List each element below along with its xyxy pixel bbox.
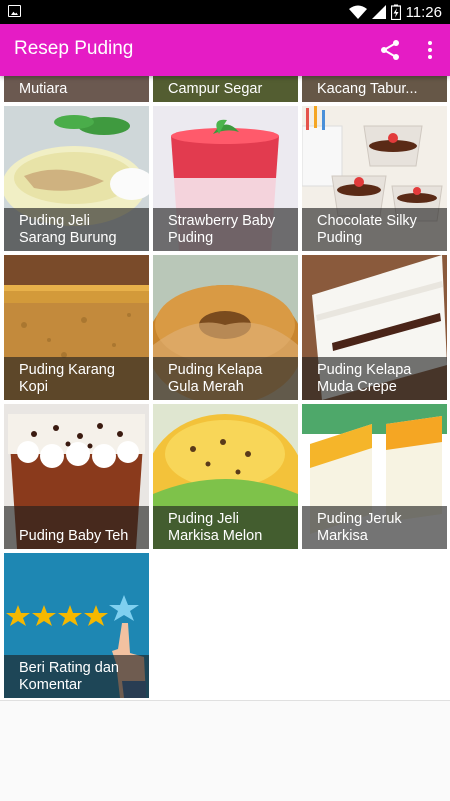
rating-label: Beri Rating dan Komentar: [19, 660, 119, 693]
recipe-tile[interactable]: Chocolate Silky Puding: [302, 106, 447, 251]
recipe-tile[interactable]: Puding Karang Kopi: [4, 255, 149, 400]
recipe-label: Puding Jeli Sarang Burung: [19, 213, 117, 246]
recipe-label: Puding Baby Teh: [19, 528, 129, 544]
status-bar: 11:26: [0, 0, 450, 24]
recipe-label: Puding Kelapa Gula Merah: [168, 362, 263, 395]
recipe-grid: Mutiara Campur Segar Kacang Tabur... Pud…: [0, 76, 450, 700]
recipe-label: Puding Jeruk Markisa: [317, 511, 402, 544]
recipe-label: Campur Segar: [168, 81, 263, 97]
signal-icon: [371, 5, 386, 19]
app-bar: Resep Puding: [0, 24, 450, 76]
recipe-tile[interactable]: Puding Baby Teh: [4, 404, 149, 549]
recipe-tile[interactable]: Puding Kelapa Muda Crepe: [302, 255, 447, 400]
battery-charging-icon: [390, 4, 401, 20]
recipe-label: Strawberry Baby Puding: [168, 213, 276, 246]
recipe-tile[interactable]: Kacang Tabur...: [302, 76, 447, 102]
recipe-tile[interactable]: Strawberry Baby Puding: [153, 106, 298, 251]
recipe-tile[interactable]: Puding Jeruk Markisa: [302, 404, 447, 549]
wifi-icon: [348, 5, 367, 19]
recipe-label: Puding Kelapa Muda Crepe: [317, 362, 412, 395]
recipe-label: Puding Karang Kopi: [19, 362, 115, 395]
recipe-tile[interactable]: Puding Kelapa Gula Merah: [153, 255, 298, 400]
recipe-label: Mutiara: [19, 81, 68, 97]
empty-footer-area: [0, 700, 450, 801]
recipe-label: Puding Jeli Markisa Melon: [168, 511, 263, 544]
recipe-tile[interactable]: Mutiara: [4, 76, 149, 102]
status-icons: 11:26: [348, 2, 442, 22]
recipe-tile[interactable]: Puding Jeli Sarang Burung: [4, 106, 149, 251]
share-icon[interactable]: [378, 38, 402, 62]
recipe-label: Kacang Tabur...: [317, 81, 418, 97]
recipe-label: Chocolate Silky Puding: [317, 213, 417, 246]
recipe-tile[interactable]: Campur Segar: [153, 76, 298, 102]
rating-tile[interactable]: Beri Rating dan Komentar: [4, 553, 149, 698]
image-notification-icon: [8, 5, 21, 17]
more-vert-icon[interactable]: [418, 38, 442, 62]
recipe-tile[interactable]: Puding Jeli Markisa Melon: [153, 404, 298, 549]
app-title: Resep Puding: [14, 38, 134, 59]
status-time: 11:26: [405, 3, 442, 21]
